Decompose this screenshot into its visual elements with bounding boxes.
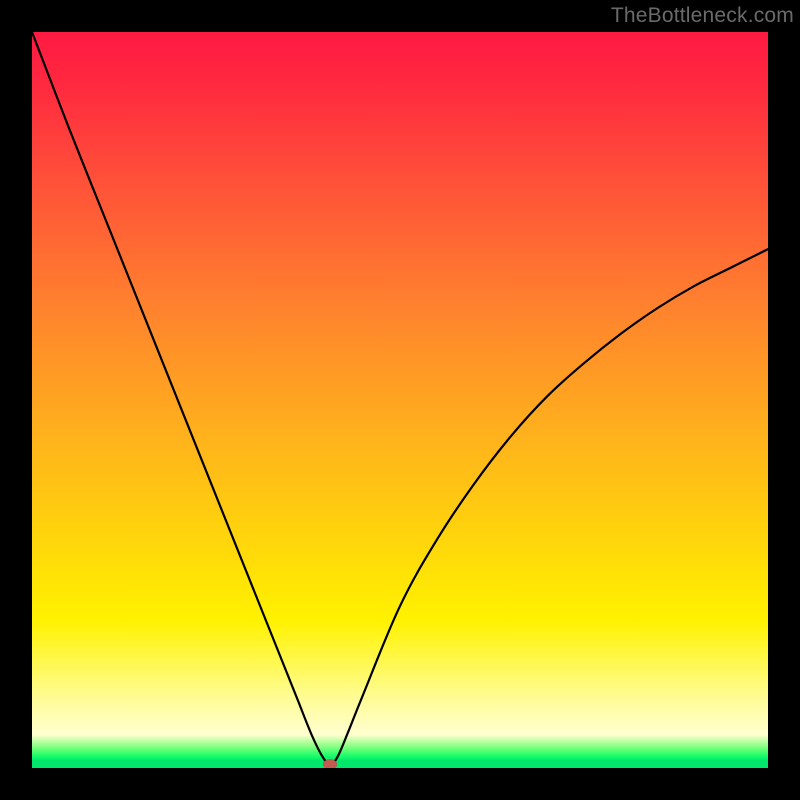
bottleneck-curve	[32, 32, 768, 764]
chart-svg	[32, 32, 768, 768]
watermark-text: TheBottleneck.com	[611, 4, 794, 28]
minimum-marker	[323, 759, 337, 768]
plot-area	[32, 32, 768, 768]
chart-frame: TheBottleneck.com	[0, 0, 800, 800]
